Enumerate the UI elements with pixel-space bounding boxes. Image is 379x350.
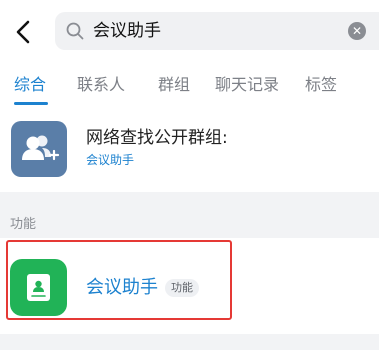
search-input[interactable]: 会议助手 ✕	[55, 12, 379, 50]
tab-groups[interactable]: 群组	[158, 74, 190, 96]
public-group-keyword: 会议助手	[86, 153, 135, 167]
tab-active-indicator	[14, 102, 48, 105]
search-query[interactable]: 会议助手	[93, 20, 161, 42]
tab-chat-records[interactable]: 聊天记录	[215, 74, 279, 96]
tab-bar: 综合 联系人 群组 聊天记录 标签	[0, 64, 379, 108]
public-group-title: 网络查找公开群组:	[86, 128, 228, 148]
clear-icon[interactable]: ✕	[348, 22, 366, 40]
public-group-search-row[interactable]: 网络查找公开群组: 会议助手	[0, 108, 379, 192]
group-add-icon	[11, 121, 67, 177]
feature-name[interactable]: 会议助手	[86, 276, 158, 300]
meeting-assistant-icon[interactable]	[10, 259, 67, 316]
tab-comprehensive[interactable]: 综合	[14, 74, 46, 96]
feature-badge: 功能	[165, 279, 199, 297]
search-icon	[65, 21, 85, 41]
tab-contacts[interactable]: 联系人	[77, 74, 125, 96]
section-label-function: 功能	[10, 217, 37, 232]
top-bar: 会议助手 ✕	[0, 0, 379, 64]
tab-tags[interactable]: 标签	[305, 74, 337, 96]
chevron-left-icon[interactable]	[6, 14, 42, 50]
